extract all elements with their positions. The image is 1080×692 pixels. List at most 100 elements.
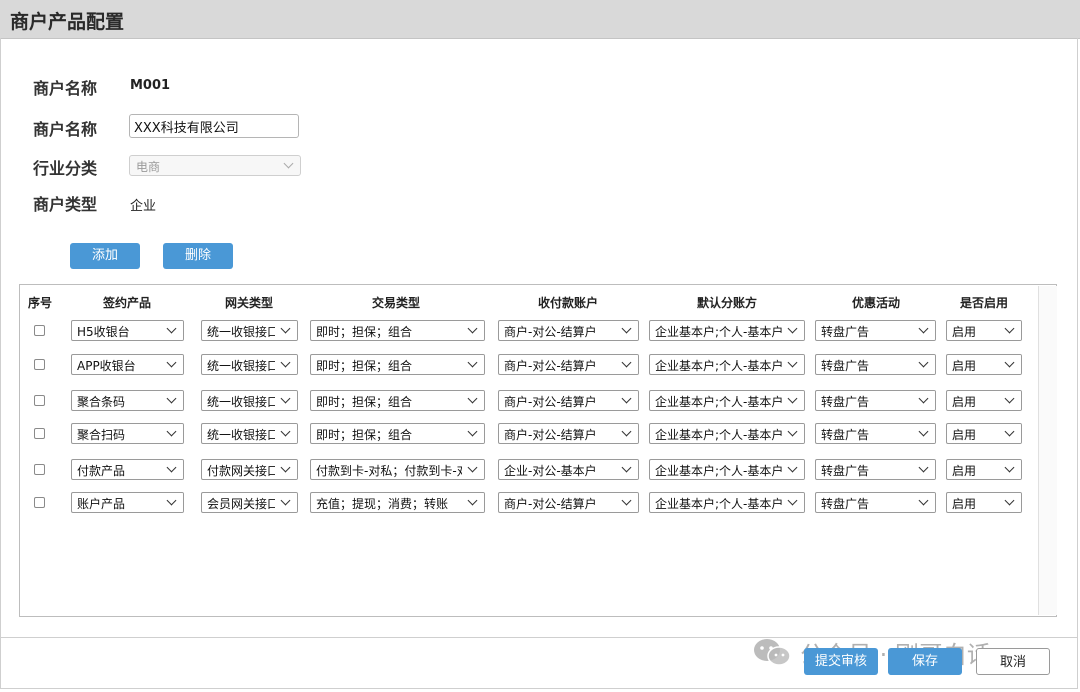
industry-select-value: 电商 (136, 160, 161, 174)
split-party-select[interactable]: 企业基本户;个人-基本户 (649, 492, 805, 513)
product-select[interactable]: H5收银台 (71, 320, 184, 341)
split-party-select-value: 企业基本户;个人-基本户 (655, 395, 784, 409)
account-select-value: 商户-对公-结算户 (504, 428, 597, 442)
add-button[interactable]: 添加 (70, 243, 140, 269)
transaction-type-select-value: 充值；提现；消费；转账 (316, 497, 449, 511)
row-checkbox[interactable] (34, 428, 45, 439)
split-party-select-value: 企业基本户;个人-基本户 (655, 325, 784, 339)
promotion-select[interactable]: 转盘广告 (815, 390, 936, 411)
transaction-type-select-value: 即时；担保；组合 (316, 428, 413, 442)
enabled-select-value: 启用 (952, 464, 977, 478)
page-title: 商户产品配置 (10, 11, 125, 33)
promotion-select[interactable]: 转盘广告 (815, 320, 936, 341)
merchant-type-value: 企业 (130, 199, 157, 214)
header-index: 序号 (27, 296, 53, 310)
promotion-select[interactable]: 转盘广告 (815, 459, 936, 480)
promotion-select-value: 转盘广告 (821, 464, 870, 478)
row-checkbox[interactable] (34, 497, 45, 508)
split-party-select[interactable]: 企业基本户;个人-基本户 (649, 390, 805, 411)
header-enabled: 是否启用 (959, 296, 1009, 310)
enabled-select[interactable]: 启用 (946, 390, 1022, 411)
split-party-select-value: 企业基本户;个人-基本户 (655, 497, 784, 511)
header-gateway: 网关类型 (224, 296, 274, 310)
promotion-select-value: 转盘广告 (821, 359, 870, 373)
split-party-select[interactable]: 企业基本户;个人-基本户 (649, 459, 805, 480)
industry-label: 行业分类 (33, 159, 98, 178)
product-select[interactable]: 聚合条码 (71, 390, 184, 411)
split-party-select-value: 企业基本户;个人-基本户 (655, 359, 784, 373)
gateway-select[interactable]: 会员网关接口 (201, 492, 298, 513)
product-select[interactable]: 付款产品 (71, 459, 184, 480)
transaction-type-select[interactable]: 付款到卡-对私；付款到卡-对公 (310, 459, 485, 480)
transaction-type-select[interactable]: 即时；担保；组合 (310, 354, 485, 375)
gateway-select[interactable]: 统一收银接口 (201, 390, 298, 411)
split-party-select[interactable]: 企业基本户;个人-基本户 (649, 354, 805, 375)
account-select[interactable]: 商户-对公-结算户 (498, 320, 639, 341)
transaction-type-select[interactable]: 即时；担保；组合 (310, 423, 485, 444)
enabled-select[interactable]: 启用 (946, 423, 1022, 444)
enabled-select-value: 启用 (952, 325, 977, 339)
gateway-select[interactable]: 付款网关接口 (201, 459, 298, 480)
product-select-value: H5收银台 (77, 325, 130, 339)
transaction-type-select[interactable]: 充值；提现；消费；转账 (310, 492, 485, 513)
transaction-type-select-value: 付款到卡-对私；付款到卡-对公 (316, 464, 481, 478)
merchant-id-label: 商户名称 (33, 79, 98, 98)
gateway-select[interactable]: 统一收银接口 (201, 354, 298, 375)
promotion-select-value: 转盘广告 (821, 497, 870, 511)
promotion-select-value: 转盘广告 (821, 325, 870, 339)
account-select[interactable]: 企业-对公-基本户 (498, 459, 639, 480)
split-party-select[interactable]: 企业基本户;个人-基本户 (649, 423, 805, 444)
delete-button[interactable]: 删除 (163, 243, 233, 269)
gateway-select[interactable]: 统一收银接口 (201, 423, 298, 444)
promotion-select[interactable]: 转盘广告 (815, 423, 936, 444)
row-checkbox[interactable] (34, 359, 45, 370)
header-account: 收付款账户 (537, 296, 599, 310)
cancel-button[interactable]: 取消 (976, 648, 1050, 675)
merchant-name-input[interactable] (129, 114, 299, 138)
promotion-select-value: 转盘广告 (821, 395, 870, 409)
split-party-select-value: 企业基本户;个人-基本户 (655, 464, 784, 478)
transaction-type-select[interactable]: 即时；担保；组合 (310, 390, 485, 411)
split-party-select[interactable]: 企业基本户;个人-基本户 (649, 320, 805, 341)
enabled-select[interactable]: 启用 (946, 320, 1022, 341)
header-split-party: 默认分账方 (696, 296, 758, 310)
product-select-value: 聚合扫码 (77, 428, 126, 442)
enabled-select-value: 启用 (952, 395, 977, 409)
product-select-value: 账户产品 (77, 497, 126, 511)
enabled-select-value: 启用 (952, 359, 977, 373)
product-select[interactable]: 聚合扫码 (71, 423, 184, 444)
footer-divider (0, 637, 1078, 638)
industry-select: 电商 (129, 155, 301, 176)
promotion-select-value: 转盘广告 (821, 428, 870, 442)
header-promotion: 优惠活动 (851, 296, 901, 310)
enabled-select[interactable]: 启用 (946, 459, 1022, 480)
row-checkbox[interactable] (34, 325, 45, 336)
account-select-value: 商户-对公-结算户 (504, 395, 597, 409)
product-select[interactable]: APP收银台 (71, 354, 184, 375)
account-select[interactable]: 商户-对公-结算户 (498, 423, 639, 444)
merchant-name-label: 商户名称 (33, 120, 98, 139)
row-checkbox[interactable] (34, 395, 45, 406)
enabled-select[interactable]: 启用 (946, 492, 1022, 513)
account-select[interactable]: 商户-对公-结算户 (498, 492, 639, 513)
enabled-select[interactable]: 启用 (946, 354, 1022, 375)
product-select[interactable]: 账户产品 (71, 492, 184, 513)
header-transaction-type: 交易类型 (371, 296, 421, 310)
table-scrollbar[interactable] (1038, 286, 1057, 615)
gateway-select[interactable]: 统一收银接口 (201, 320, 298, 341)
promotion-select[interactable]: 转盘广告 (815, 492, 936, 513)
row-checkbox[interactable] (34, 464, 45, 475)
gateway-select-value: 统一收银接口 (207, 395, 280, 409)
gateway-select-value: 付款网关接口 (207, 464, 280, 478)
transaction-type-select-value: 即时；担保；组合 (316, 359, 413, 373)
save-button[interactable]: 保存 (888, 648, 962, 675)
account-select[interactable]: 商户-对公-结算户 (498, 354, 639, 375)
account-select[interactable]: 商户-对公-结算户 (498, 390, 639, 411)
transaction-type-select-value: 即时；担保；组合 (316, 325, 413, 339)
merchant-type-label: 商户类型 (33, 195, 98, 214)
transaction-type-select[interactable]: 即时；担保；组合 (310, 320, 485, 341)
account-select-value: 商户-对公-结算户 (504, 497, 597, 511)
promotion-select[interactable]: 转盘广告 (815, 354, 936, 375)
account-select-value: 商户-对公-结算户 (504, 359, 597, 373)
submit-review-button[interactable]: 提交审核 (804, 648, 878, 675)
